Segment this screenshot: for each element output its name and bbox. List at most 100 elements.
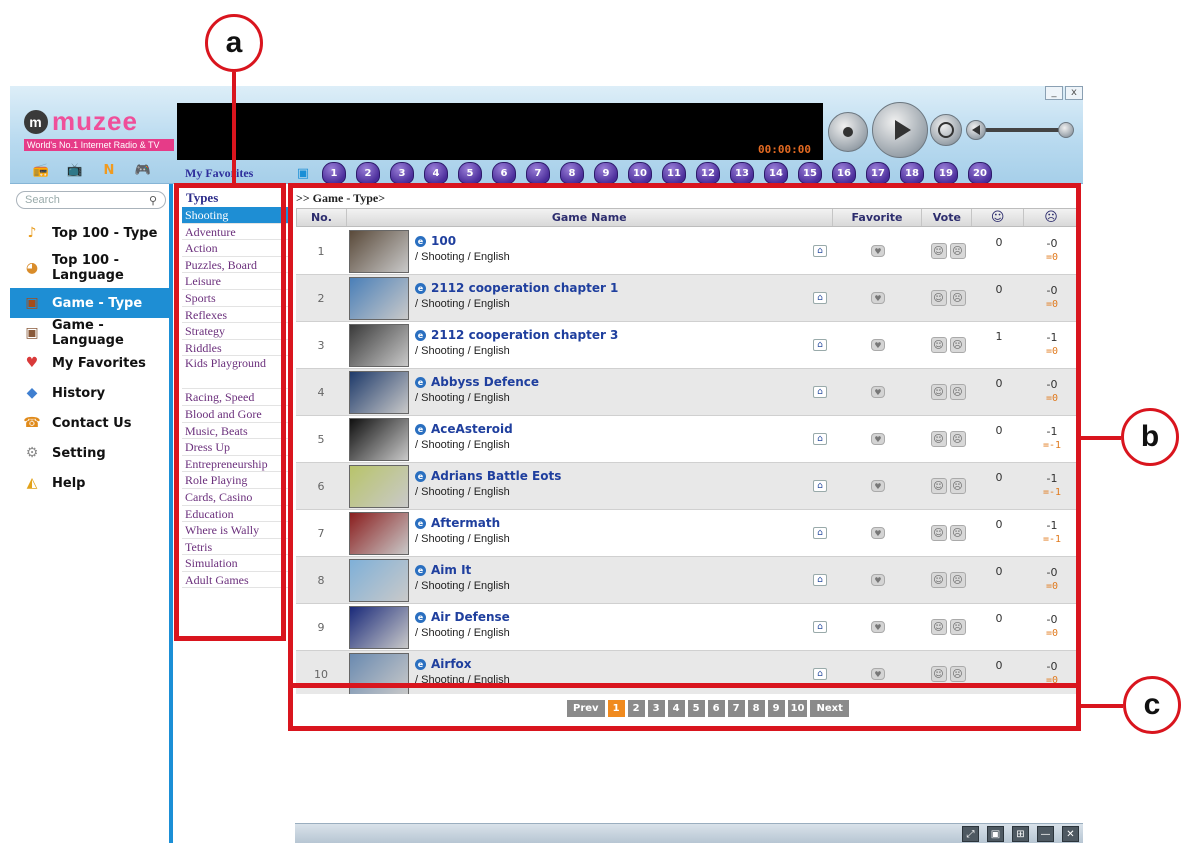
vote-like-icon[interactable]: ☺ [930, 431, 947, 447]
favorite-slot-17[interactable]: 17 [866, 162, 890, 184]
game-thumbnail[interactable] [348, 605, 409, 649]
game-thumbnail[interactable] [348, 652, 409, 694]
table-row[interactable]: 6 e Adrians Battle Eots / Shooting / Englis… [296, 463, 1079, 510]
favorite-slot-20[interactable]: 20 [968, 162, 992, 184]
game-title-link[interactable]: e Adrians Battle Eots [415, 469, 829, 483]
game-title-link[interactable]: e Aftermath [415, 516, 829, 530]
type-item-leisure[interactable]: Leisure [182, 273, 290, 290]
type-item-role-playing[interactable]: Role Playing [182, 472, 290, 489]
game-thumbnail[interactable] [348, 558, 409, 602]
favorite-slot-19[interactable]: 19 [934, 162, 958, 184]
news-icon[interactable]: N [98, 160, 120, 180]
type-item-adventure[interactable]: Adventure [182, 224, 290, 241]
homepage-icon[interactable]: ⌂ [813, 621, 827, 633]
game-thumbnail[interactable] [348, 229, 409, 273]
vote-dislike-icon[interactable]: ☹ [949, 619, 966, 635]
table-row[interactable]: 7 e Aftermath / Shooting / English ⌂ ♥ ☺ ☹ 0 -1 =-… [296, 510, 1079, 557]
favorite-slot-9[interactable]: 9 [594, 162, 618, 184]
add-favorite-icon[interactable]: ♥ [871, 245, 885, 257]
sidebar-item-top-100-language[interactable]: ◕ Top 100 - Language [10, 248, 173, 288]
type-item-cards-casino[interactable]: Cards, Casino [182, 489, 290, 506]
favorite-slot-7[interactable]: 7 [526, 162, 550, 184]
type-item-entrepreneurship[interactable]: Entrepreneurship [182, 456, 290, 473]
homepage-icon[interactable]: ⌂ [813, 245, 827, 257]
page-button-9[interactable]: 9 [767, 700, 785, 717]
next-page-button[interactable]: Next [810, 700, 849, 717]
type-item-tetris[interactable]: Tetris [182, 539, 290, 556]
page-button-1[interactable]: 1 [607, 700, 625, 717]
play-button[interactable] [872, 102, 928, 158]
vote-dislike-icon[interactable]: ☹ [949, 384, 966, 400]
close-button[interactable]: ✕ [1062, 826, 1079, 842]
vote-like-icon[interactable]: ☺ [930, 572, 947, 588]
type-item-education[interactable]: Education [182, 506, 290, 523]
add-favorite-icon[interactable]: ♥ [871, 339, 885, 351]
prev-page-button[interactable]: Prev [567, 700, 605, 717]
favorite-slot-13[interactable]: 13 [730, 162, 754, 184]
vote-dislike-icon[interactable]: ☹ [949, 290, 966, 306]
sidebar-item-my-favorites[interactable]: ♥ My Favorites [10, 348, 173, 378]
table-row[interactable]: 2 e 2112 cooperation chapter 1 / Shooting /… [296, 275, 1079, 322]
page-button-3[interactable]: 3 [647, 700, 665, 717]
table-row[interactable]: 10 e Airfox / Shooting / English ⌂ ♥ ☺ ☹ 0 -0 =0 [296, 651, 1079, 694]
homepage-icon[interactable]: ⌂ [813, 433, 827, 445]
table-row[interactable]: 1 e 100/ Shooting / English ⌂ ♥ ☺ ☹ 0 -0 =0 [296, 228, 1079, 275]
type-item-where-is-wally[interactable]: Where is Wally [182, 522, 290, 539]
game-icon[interactable]: 🎮 [132, 160, 154, 180]
stop-button[interactable] [828, 112, 868, 152]
mini-mode-button[interactable]: ⊞ [1012, 826, 1029, 842]
add-favorite-icon[interactable]: ♥ [871, 668, 885, 680]
homepage-icon[interactable]: ⌂ [813, 574, 827, 586]
radio-icon[interactable]: 📻 [30, 160, 52, 180]
favorite-slot-14[interactable]: 14 [764, 162, 788, 184]
vote-like-icon[interactable]: ☺ [930, 478, 947, 494]
game-title-link[interactable]: e Aim It [415, 563, 829, 577]
page-button-5[interactable]: 5 [687, 700, 705, 717]
close-button[interactable]: x [1065, 86, 1083, 100]
vote-dislike-icon[interactable]: ☹ [949, 478, 966, 494]
homepage-icon[interactable]: ⌂ [813, 527, 827, 539]
type-item-reflexes[interactable]: Reflexes [182, 307, 290, 324]
vote-dislike-icon[interactable]: ☹ [949, 243, 966, 259]
game-title-link[interactable]: e AceAsteroid [415, 422, 829, 436]
favorite-slot-1[interactable]: 1 [322, 162, 346, 184]
search-input[interactable]: Search ⚲ [16, 191, 166, 209]
type-item-strategy[interactable]: Strategy [182, 323, 290, 340]
minimize-button[interactable]: — [1037, 826, 1054, 842]
game-title-link[interactable]: e Abbyss Defence [415, 375, 829, 389]
vote-dislike-icon[interactable]: ☹ [949, 525, 966, 541]
vote-like-icon[interactable]: ☺ [930, 619, 947, 635]
homepage-icon[interactable]: ⌂ [813, 386, 827, 398]
homepage-icon[interactable]: ⌂ [813, 480, 827, 492]
sidebar-item-game-language[interactable]: ▣ Game - Language [10, 318, 173, 348]
add-favorite-icon[interactable]: ♥ [871, 480, 885, 492]
sidebar-item-contact-us[interactable]: ☎ Contact Us [10, 408, 173, 438]
favorite-slot-6[interactable]: 6 [492, 162, 516, 184]
radio-icon[interactable]: ▣ [294, 163, 312, 183]
add-favorite-icon[interactable]: ♥ [871, 292, 885, 304]
vote-dislike-icon[interactable]: ☹ [949, 337, 966, 353]
type-item-puzzles-board[interactable]: Puzzles, Board [182, 257, 290, 274]
type-item-simulation[interactable]: Simulation [182, 555, 290, 572]
game-title-link[interactable]: e Airfox [415, 657, 829, 671]
favorite-slot-18[interactable]: 18 [900, 162, 924, 184]
favorite-slot-8[interactable]: 8 [560, 162, 584, 184]
type-item-riddles[interactable]: Riddles [182, 340, 290, 357]
type-item-kids-playground[interactable]: Kids Playground [182, 356, 290, 390]
timer-button[interactable] [930, 114, 962, 146]
page-button-7[interactable]: 7 [727, 700, 745, 717]
favorite-slot-3[interactable]: 3 [390, 162, 414, 184]
fullscreen-button[interactable]: ⤢ [962, 826, 979, 842]
add-favorite-icon[interactable]: ♥ [871, 386, 885, 398]
type-item-music-beats[interactable]: Music, Beats [182, 423, 290, 440]
vote-like-icon[interactable]: ☺ [930, 525, 947, 541]
add-favorite-icon[interactable]: ♥ [871, 574, 885, 586]
table-row[interactable]: 3 e 2112 cooperation chapter 3 / Shooting /… [296, 322, 1079, 369]
page-button-2[interactable]: 2 [627, 700, 645, 717]
favorite-slot-12[interactable]: 12 [696, 162, 720, 184]
page-button-6[interactable]: 6 [707, 700, 725, 717]
sidebar-item-help[interactable]: ◭ Help [10, 468, 173, 498]
game-thumbnail[interactable] [348, 323, 409, 367]
vote-dislike-icon[interactable]: ☹ [949, 431, 966, 447]
window-mode-button[interactable]: ▣ [987, 826, 1004, 842]
